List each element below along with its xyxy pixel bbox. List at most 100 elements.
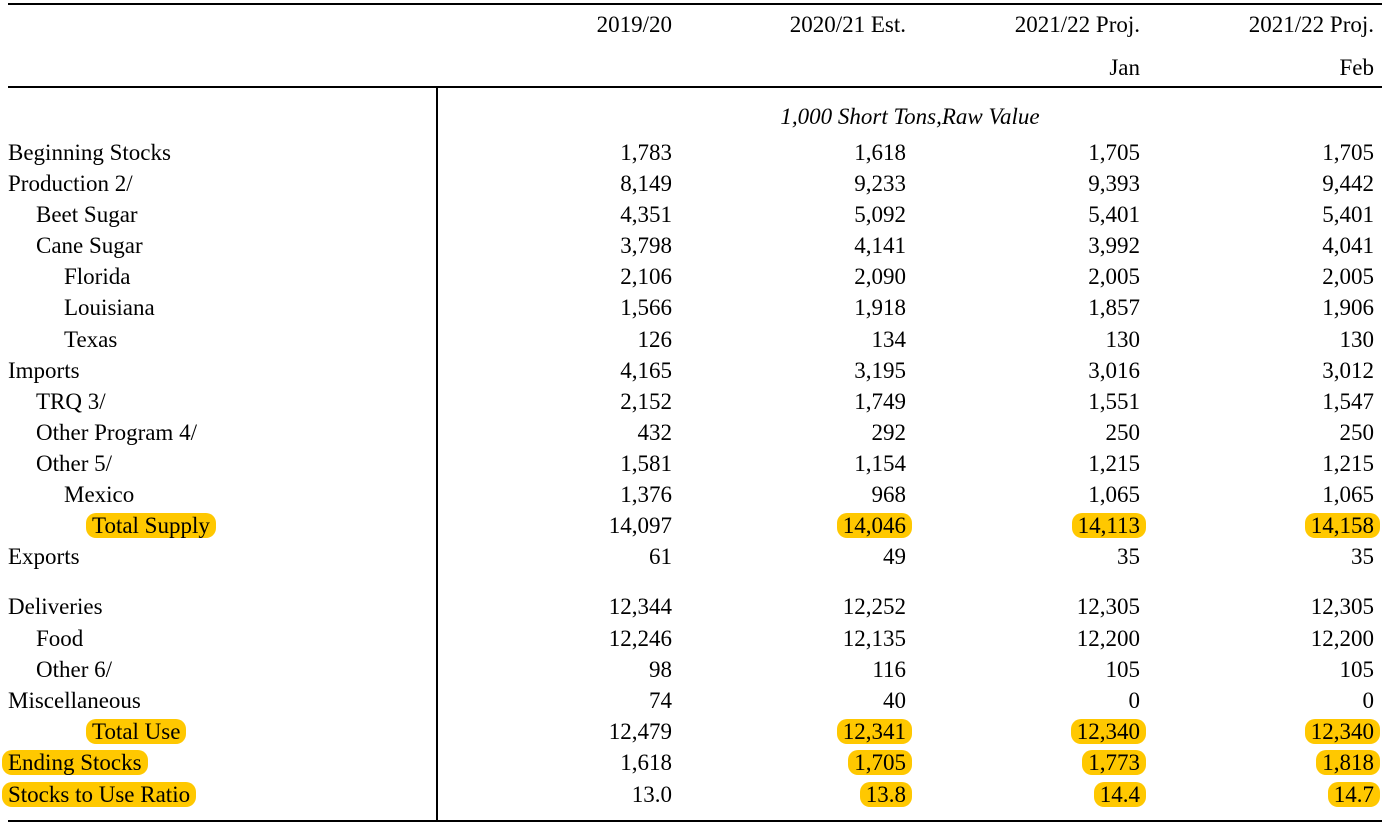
cell-value: 1,581 — [620, 451, 672, 476]
row-label: Food — [36, 624, 83, 654]
cell-value: 1,705 — [1322, 140, 1374, 165]
table-cell: 1,783 — [442, 138, 672, 168]
cell-value: 12,200 — [1076, 626, 1140, 651]
table-cell: 35 — [910, 542, 1140, 572]
cell-value: 2,005 — [1088, 264, 1140, 289]
cell-value: 14,097 — [608, 513, 672, 538]
table-cell: 105 — [1144, 655, 1375, 685]
cell-value: 14.7 — [1327, 782, 1380, 807]
cell-value: 3,012 — [1322, 358, 1374, 383]
row-label-text: TRQ 3/ — [36, 389, 106, 414]
row-label: TRQ 3/ — [36, 387, 106, 417]
cell-value: 4,041 — [1322, 233, 1374, 258]
units-caption: 1,000 Short Tons,Raw Value — [780, 104, 1040, 129]
sugar-supply-use-table: 1,000 Short Tons,Raw Value 2019/20 2020/2… — [0, 0, 1382, 827]
cell-value: 14,158 — [1304, 513, 1380, 538]
table-cell: 12,135 — [676, 624, 906, 654]
cell-value: 126 — [637, 327, 673, 352]
cell-value: 1,906 — [1322, 295, 1374, 320]
table-cell: 130 — [910, 325, 1141, 355]
table-cell: 1,154 — [676, 449, 906, 479]
row-label: Cane Sugar — [36, 231, 143, 261]
cell-value: 5,401 — [1322, 202, 1374, 227]
table-cell: 432 — [442, 418, 673, 448]
cell-value: 12,252 — [842, 594, 906, 619]
row-label-text: Food — [36, 626, 84, 651]
cell-value: 9,233 — [854, 171, 906, 196]
table-cell: 14,113 — [910, 511, 1146, 541]
row-label: Stocks to Use Ratio — [2, 780, 197, 810]
row-label: Ending Stocks — [2, 748, 148, 778]
row-label-text: Deliveries — [8, 594, 103, 619]
row-label-text: Florida — [64, 264, 131, 289]
table-cell: 12,246 — [442, 624, 672, 654]
table-cell: 1,906 — [1144, 293, 1374, 323]
cell-value: 13.0 — [631, 782, 672, 807]
row-label-text: Imports — [8, 358, 80, 383]
cell-value: 292 — [871, 420, 907, 445]
cell-value: 3,798 — [620, 233, 672, 258]
table-cell: 61 — [442, 542, 672, 572]
cell-value: 250 — [1339, 420, 1375, 445]
table-cell: 1,551 — [910, 387, 1140, 417]
table-cell: 14,158 — [1144, 511, 1380, 541]
table-cell: 1,705 — [910, 138, 1140, 168]
table-cell: 13.0 — [442, 780, 672, 810]
cell-value: 49 — [883, 544, 906, 569]
table-cell: 105 — [910, 655, 1141, 685]
table-cell: 3,992 — [910, 231, 1140, 261]
row-label: Total Supply — [86, 511, 216, 541]
cell-value: 1,215 — [1322, 451, 1374, 476]
table-cell: 4,351 — [442, 200, 672, 230]
table-cell: 2,106 — [442, 262, 672, 292]
cell-value: 8,149 — [620, 171, 672, 196]
cell-value: 12,305 — [1310, 594, 1374, 619]
table-cell: 1,918 — [676, 293, 906, 323]
row-label: Beginning Stocks — [8, 138, 171, 168]
cell-value: 105 — [1339, 657, 1375, 682]
cell-value: 250 — [1105, 420, 1141, 445]
cell-value: 1,783 — [620, 140, 672, 165]
cell-value: 35 — [1117, 544, 1140, 569]
table-cell: 3,012 — [1144, 356, 1374, 386]
table-cell: 4,165 — [442, 356, 672, 386]
cell-value: 12,479 — [608, 719, 672, 744]
table-cell: 12,479 — [442, 717, 672, 747]
column-header: 2021/22 Proj. — [1014, 12, 1140, 37]
table-cell: 35 — [1144, 542, 1374, 572]
cell-value: 432 — [637, 420, 673, 445]
table-cell: 1,749 — [676, 387, 906, 417]
row-label-text: Miscellaneous — [8, 688, 141, 713]
table-cell: 3,798 — [442, 231, 672, 261]
cell-value: 5,092 — [854, 202, 906, 227]
cell-value: 1,215 — [1088, 451, 1140, 476]
column-header: 2019/20 — [596, 12, 672, 37]
table-cell: 1,618 — [442, 748, 672, 778]
cell-value: 1,705 — [1088, 140, 1140, 165]
row-label: Other 6/ — [36, 655, 112, 685]
row-label-text: Total Use — [86, 719, 187, 744]
table-cell: 8,149 — [442, 169, 672, 199]
row-label-text: Other 6/ — [36, 657, 113, 682]
table-cell: 4,141 — [676, 231, 906, 261]
cell-value: 1,918 — [854, 295, 906, 320]
row-label: Other Program 4/ — [36, 418, 197, 448]
cell-value: 134 — [871, 327, 907, 352]
table-cell: 12,340 — [1144, 717, 1380, 747]
table-cell: 1,705 — [1144, 138, 1374, 168]
cell-value: 13.8 — [859, 782, 912, 807]
table-cell: 12,344 — [442, 592, 672, 622]
table-cell: 1,705 — [676, 748, 912, 778]
cell-value: 98 — [649, 657, 672, 682]
cell-value: 130 — [1105, 327, 1141, 352]
cell-value: 4,351 — [620, 202, 672, 227]
table-cell: 12,200 — [1144, 624, 1374, 654]
table-cell: 1,215 — [910, 449, 1140, 479]
cell-value: 14,046 — [836, 513, 912, 538]
table-cell: 1,581 — [442, 449, 672, 479]
cell-value: 5,401 — [1088, 202, 1140, 227]
cell-value: 4,141 — [854, 233, 906, 258]
cell-value: 0 — [1362, 688, 1375, 713]
row-label: Total Use — [86, 717, 187, 747]
table-cell: 1,215 — [1144, 449, 1374, 479]
